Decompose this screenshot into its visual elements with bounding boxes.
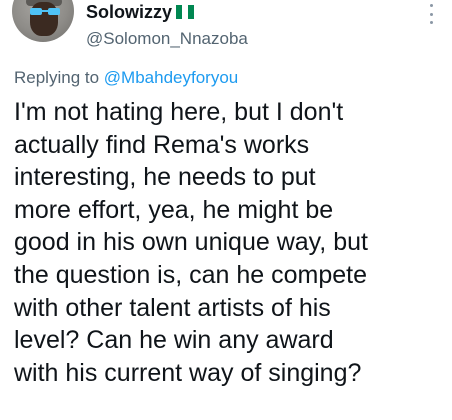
sunglasses-emoji-icon	[30, 8, 60, 15]
author-handle[interactable]: @Solomon_Nnazoba	[86, 28, 248, 50]
more-vertical-icon[interactable]	[428, 4, 434, 24]
tweet-text-line: with other talent artists of his	[14, 293, 331, 322]
tweet-text-line: level? Can he win any award	[14, 326, 334, 355]
tweet-text-line: actually find Rema's works	[14, 130, 310, 159]
tweet-text-line: more effort, yea, he might be	[14, 195, 334, 224]
tweet-text-line: the question is, can he compete	[14, 260, 368, 289]
author-name-row[interactable]: Solowizzy	[86, 0, 195, 24]
nigeria-flag-icon	[176, 5, 195, 19]
replying-to: Replying to @Mbahdeyforyou	[14, 66, 238, 90]
reply-mention-link[interactable]: @Mbahdeyforyou	[104, 68, 238, 87]
avatar[interactable]	[12, 0, 74, 42]
tweet-text-line: with his current way of singing?	[14, 358, 362, 387]
tweet-text-line: I'm not hating here, but I don't	[14, 98, 344, 126]
tweet-text-line: interesting, he needs to put	[14, 163, 316, 192]
tweet-text: I'm not hating here, but I don't actuall…	[14, 96, 444, 389]
tweet: Solowizzy @Solomon_Nnazoba Replying to @…	[0, 0, 452, 420]
replying-to-label: Replying to	[14, 68, 100, 87]
author-display-name[interactable]: Solowizzy	[86, 0, 172, 24]
tweet-text-line: good in his own unique way, but	[14, 228, 368, 257]
